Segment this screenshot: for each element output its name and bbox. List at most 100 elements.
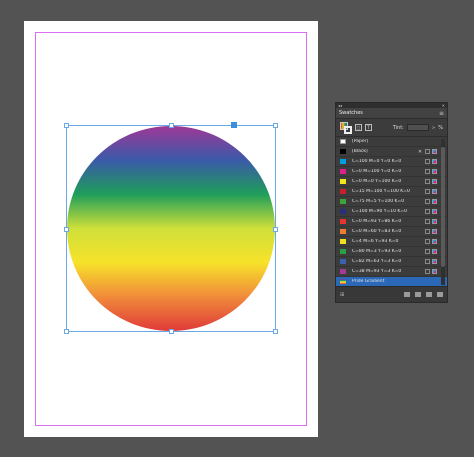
tint-input[interactable] [406,124,429,131]
container-format-icon[interactable]: ▢ [355,124,362,131]
cmyk-mode-icon [432,189,437,194]
swatch-color-chip [340,279,346,284]
tint-unit: % [438,124,443,131]
tab-swatches[interactable]: Swatches [339,110,363,116]
cmyk-mode-icon [432,229,437,234]
swatch-row[interactable]: C=0 M=100 Y=0 K=0 [336,167,447,177]
swatch-name: [Paper] [352,139,369,144]
tint-slider-icon[interactable]: > [432,125,435,130]
swatch-color-chip [340,179,346,184]
swatch-color-chip [340,269,346,274]
close-icon[interactable]: ✕ [442,103,445,108]
show-all-swatches-icon[interactable]: ⊞ [340,292,344,298]
swatch-color-chip [340,169,346,174]
show-options-icon[interactable] [404,292,410,297]
resize-handle-bottom-left[interactable] [64,329,69,334]
resize-handle-bottom-right[interactable] [273,329,278,334]
new-swatch-icon[interactable] [426,292,432,297]
swatch-color-chip [340,209,346,214]
delete-icon[interactable] [437,292,443,297]
panel-tabbar: Swatches ≡ [336,108,447,119]
swatch-color-chip [340,259,346,264]
swatch-name: C=38 M=93 Y=3 K=0 [352,269,402,274]
swatch-row[interactable]: [Paper] [336,137,447,147]
resize-handle-top-left[interactable] [64,123,69,128]
resize-handle-top-center[interactable] [169,123,174,128]
swatch-color-chip [340,139,346,144]
swatch-type-icons [425,189,437,194]
collapse-icon[interactable]: ◂◂ [338,103,342,108]
swatch-name: C=0 M=60 Y=83 K=0 [352,229,402,234]
gradient-circle[interactable] [67,126,275,331]
swatch-controls: ▢ T Tint: > % [336,119,447,137]
swatch-row[interactable]: C=0 M=0 Y=100 K=0 [336,177,447,187]
resize-handle-bottom-center[interactable] [169,329,174,334]
scrollbar-thumb[interactable] [441,147,445,267]
fill-stroke-proxy[interactable] [340,121,352,134]
cmyk-mode-icon [432,259,437,264]
swatch-row[interactable]: C=100 M=0 Y=0 K=0 [336,157,447,167]
swatch-row[interactable]: C=80 M=3 Y=93 K=0 [336,247,447,257]
process-color-icon [425,259,430,264]
cmyk-mode-icon [432,269,437,274]
swatch-row[interactable]: C=0 M=60 Y=83 K=0 [336,227,447,237]
swatch-type-icons [425,209,437,214]
process-color-icon [425,179,430,184]
footer-icons [404,292,443,297]
tint-label: Tint: [392,124,404,131]
swatch-type-icons [425,269,437,274]
swatch-name: C=0 M=93 Y=86 K=0 [352,219,402,224]
selected-circle-frame[interactable] [64,122,278,334]
swatch-row[interactable]: C=82 M=63 Y=3 K=0 [336,257,447,267]
swatch-name: C=15 M=100 Y=100 K=0 [352,189,410,194]
cmyk-mode-icon [432,149,437,154]
stroke-icon[interactable] [344,125,352,134]
swatch-row[interactable]: C=75 M=5 Y=100 K=0 [336,197,447,207]
cmyk-mode-icon [432,179,437,184]
swatch-row[interactable]: C=0 M=93 Y=86 K=0 [336,217,447,227]
swatch-row[interactable]: C=38 M=93 Y=3 K=0 [336,267,447,277]
swatch-name: [Black] [352,149,368,154]
swatch-name: C=4 M=6 Y=93 K=0 [352,239,399,244]
swatch-name: C=0 M=0 Y=100 K=0 [352,179,402,184]
swatch-type-icons [425,179,437,184]
process-color-icon [425,249,430,254]
swatch-color-chip [340,229,346,234]
process-color-icon [425,149,430,154]
swatch-name: C=100 M=0 Y=0 K=0 [352,159,402,164]
process-color-icon [425,269,430,274]
cmyk-mode-icon [432,209,437,214]
frame-adornment-handle[interactable] [231,122,237,128]
process-color-icon [425,239,430,244]
swatch-row[interactable]: [Black] ✕ [336,147,447,157]
swatches-panel: ◂◂ ✕ Swatches ≡ ▢ T Tint: > % [Paper] [Bl… [335,102,448,303]
swatch-row[interactable]: C=100 M=90 Y=10 K=0 [336,207,447,217]
cmyk-mode-icon [432,159,437,164]
panel-menu-icon[interactable]: ≡ [439,110,444,117]
swatch-name: C=100 M=90 Y=10 K=0 [352,209,408,214]
cmyk-mode-icon [432,199,437,204]
cmyk-mode-icon [432,239,437,244]
swatch-name: C=0 M=100 Y=0 K=0 [352,169,402,174]
swatch-color-chip [340,219,346,224]
new-group-icon[interactable] [415,292,421,297]
swatch-color-chip [340,159,346,164]
resize-handle-top-right[interactable] [273,123,278,128]
cmyk-mode-icon [432,169,437,174]
swatch-row[interactable]: C=15 M=100 Y=100 K=0 [336,187,447,197]
panel-footer: ⊞ [336,286,447,302]
cmyk-mode-icon [432,249,437,254]
swatch-color-chip [340,189,346,194]
swatch-row[interactable]: C=4 M=6 Y=93 K=0 [336,237,447,247]
swatch-name: C=75 M=5 Y=100 K=0 [352,199,405,204]
swatch-type-icons [425,199,437,204]
scrollbar[interactable] [441,139,445,285]
process-color-icon [425,159,430,164]
text-format-icon[interactable]: T [365,124,372,131]
resize-handle-middle-right[interactable] [273,227,278,232]
swatch-type-icons: ✕ [417,149,437,155]
swatch-type-icons [425,239,437,244]
swatch-color-chip [340,239,346,244]
swatch-type-icons [425,259,437,264]
resize-handle-middle-left[interactable] [64,227,69,232]
